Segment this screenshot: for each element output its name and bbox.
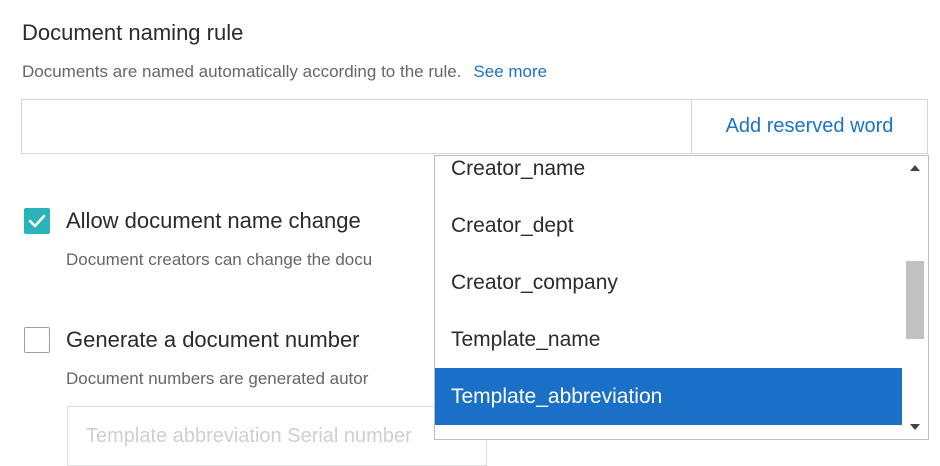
reserved-word-dropdown[interactable]: Creator_name Creator_dept Creator_compan… <box>434 155 929 440</box>
reserved-word-list[interactable]: Creator_name Creator_dept Creator_compan… <box>435 156 902 439</box>
allow-name-change-checkbox[interactable] <box>24 208 50 234</box>
section-description: Documents are named automatically accord… <box>22 62 547 82</box>
check-icon <box>28 214 46 228</box>
serial-number-field[interactable]: Template abbreviation Serial number <box>67 406 487 466</box>
see-more-link[interactable]: See more <box>473 62 547 81</box>
dropdown-item-template-abbreviation[interactable]: Template_abbreviation <box>435 368 902 425</box>
allow-name-change-label: Allow document name change <box>66 208 361 233</box>
generate-number-label: Generate a document number <box>66 327 360 352</box>
add-reserved-word-button[interactable]: Add reserved word <box>692 100 927 153</box>
dropdown-item-creator-company[interactable]: Creator_company <box>435 254 902 311</box>
section-title: Document naming rule <box>22 20 244 45</box>
generate-number-description: Document numbers are generated autor <box>66 369 369 388</box>
dropdown-item-creator-dept[interactable]: Creator_dept <box>435 197 902 254</box>
scroll-thumb[interactable] <box>906 261 924 339</box>
serial-number-placeholder: Template abbreviation Serial number <box>86 425 412 447</box>
dropdown-item-creator-name[interactable]: Creator_name <box>435 156 902 197</box>
section-description-text: Documents are named automatically accord… <box>22 62 462 81</box>
allow-name-change-description: Document creators can change the docu <box>66 250 373 269</box>
naming-rule-input[interactable] <box>22 100 695 155</box>
generate-number-checkbox[interactable] <box>24 327 50 353</box>
scroll-down-arrow-icon[interactable] <box>902 415 928 439</box>
scroll-up-arrow-icon[interactable] <box>902 156 928 180</box>
naming-rule-field: Add reserved word <box>21 99 928 155</box>
dropdown-scrollbar[interactable] <box>902 156 928 439</box>
dropdown-item-template-name[interactable]: Template_name <box>435 311 902 368</box>
